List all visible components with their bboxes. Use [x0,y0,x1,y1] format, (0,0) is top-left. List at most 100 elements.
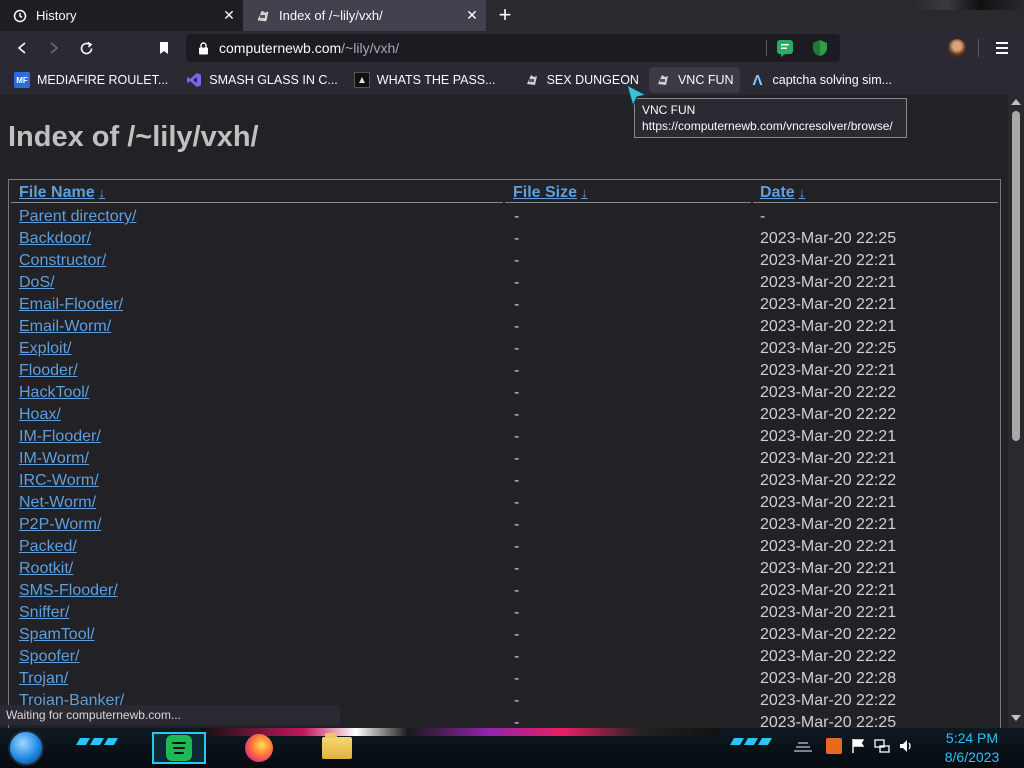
scroll-down-icon[interactable] [1011,715,1021,721]
flag-icon[interactable] [850,738,866,754]
bookmark-smash-glass[interactable]: SMASH GLASS IN C... [180,67,344,93]
url-separator [766,40,767,56]
network-icon[interactable] [874,738,890,754]
file-size-cell: - [514,208,520,225]
directory-link[interactable]: Email-Flooder/ [19,296,123,314]
column-label: File Name [19,184,95,201]
date-cell: 2023-Mar-20 22:22 [760,384,897,401]
date-cell: 2023-Mar-20 22:22 [760,648,897,665]
column-header-file-size[interactable]: File Size ↓ [513,184,588,202]
date-cell: 2023-Mar-20 22:21 [760,428,897,445]
directory-link[interactable]: Packed/ [19,538,77,556]
history-icon [12,8,28,24]
scroll-up-icon[interactable] [1011,99,1021,105]
shield-icon[interactable] [812,39,828,57]
file-size-cell: - [514,604,520,621]
bookmark-tooltip: VNC FUN https://computernewb.com/vncreso… [634,98,907,138]
date-cell: 2023-Mar-20 22:21 [760,604,897,621]
directory-link[interactable]: IM-Flooder/ [19,428,101,446]
directory-link[interactable]: P2P-Worm/ [19,516,101,534]
office-icon[interactable] [826,738,842,754]
table-row: SpamTool/ - 2023-Mar-20 22:22 [9,624,1002,646]
mouse-cursor-icon [626,84,648,108]
directory-link[interactable]: IM-Worm/ [19,450,89,468]
directory-link[interactable]: Parent directory/ [19,208,136,226]
reload-button[interactable] [70,32,102,64]
date-cell: 2023-Mar-20 22:21 [760,252,897,269]
bookmark-mediafire-roulette[interactable]: MF MEDIAFIRE ROULET... [8,67,174,93]
close-icon[interactable]: ✕ [464,7,480,23]
menu-icon[interactable] [992,37,1012,59]
bookmark-page-button[interactable] [148,32,180,64]
table-row: Hoax/ - 2023-Mar-20 22:22 [9,404,1002,426]
tray-overflow-icon[interactable] [792,739,814,753]
date-cell: 2023-Mar-20 22:22 [760,406,897,423]
file-size-cell: - [514,582,520,599]
directory-link[interactable]: Email-Worm/ [19,318,111,336]
start-button[interactable] [8,730,44,766]
table-row: IRC-Worm/ - 2023-Mar-20 22:22 [9,470,1002,492]
taskbar-file-explorer[interactable] [320,732,354,764]
date-cell: 2023-Mar-20 22:21 [760,362,897,379]
close-icon[interactable]: ✕ [221,7,237,23]
bookmark-label: captcha solving sim... [772,73,893,87]
file-size-cell: - [514,274,520,291]
directory-link[interactable]: Net-Worm/ [19,494,96,512]
back-button[interactable] [6,32,38,64]
column-header-file-name[interactable]: File Name ↓ [19,184,105,202]
date-cell: 2023-Mar-20 22:22 [760,692,897,709]
table-row: Email-Worm/ - 2023-Mar-20 22:21 [9,316,1002,338]
url-path: /~lily/vxh/ [341,40,400,56]
column-header-date[interactable]: Date ↓ [760,184,805,202]
new-tab-button[interactable]: + [492,2,518,28]
directory-link[interactable]: Spoofer/ [19,648,79,666]
date-cell: 2023-Mar-20 22:21 [760,318,897,335]
date-cell: 2023-Mar-20 22:25 [760,714,897,728]
directory-link[interactable]: Constructor/ [19,252,106,270]
taskbar-clock[interactable]: 5:24 PM 8/6/2023 [940,729,1004,767]
directory-link[interactable]: Hoax/ [19,406,61,424]
bookmark-vnc-fun[interactable]: VNC FUN [648,67,740,93]
directory-link[interactable]: IRC-Worm/ [19,472,99,490]
toolbar-separator [978,39,979,57]
page-content: Index of /~lily/vxh/ File Name ↓ File Siz… [0,95,1008,728]
table-row: DoS/ - 2023-Mar-20 22:21 [9,272,1002,294]
taskbar-spotify[interactable] [152,732,206,764]
directory-link[interactable]: SMS-Flooder/ [19,582,118,600]
file-size-cell: - [514,560,520,577]
forward-button[interactable] [38,32,70,64]
directory-link[interactable]: Flooder/ [19,362,78,380]
url-bar[interactable]: computernewb.com/~lily/vxh/ [186,34,840,62]
directory-link[interactable]: Sniffer/ [19,604,69,622]
system-tray [792,738,914,754]
clock-time: 5:24 PM [945,730,999,746]
bookmark-captcha-solving[interactable]: Λ captcha solving sim... [744,67,899,93]
site-icon [524,72,540,88]
file-size-cell: - [514,296,520,313]
directory-link[interactable]: Trojan/ [19,670,68,688]
date-cell: 2023-Mar-20 22:25 [760,230,897,247]
directory-link[interactable]: Exploit/ [19,340,71,358]
avatar[interactable] [948,39,966,57]
tab-index-of[interactable]: Index of /~lily/vxh/ ✕ [243,0,486,31]
directory-link[interactable]: Rootkit/ [19,560,73,578]
taskbar-firefox[interactable] [244,732,274,764]
tab-history[interactable]: History ✕ [0,0,243,31]
date-cell: - [760,208,766,225]
bookmark-whats-the-password[interactable]: WHATS THE PASS... [348,67,502,93]
file-size-cell: - [514,516,520,533]
directory-link[interactable]: HackTool/ [19,384,89,402]
page-title: Index of /~lily/vxh/ [8,121,259,153]
table-row: Net-Worm/ - 2023-Mar-20 22:21 [9,492,1002,514]
page-scrollbar[interactable] [1008,95,1024,728]
file-size-cell: - [514,318,520,335]
table-row: Spoofer/ - 2023-Mar-20 22:22 [9,646,1002,668]
scroll-thumb[interactable] [1012,111,1020,441]
directory-link[interactable]: Backdoor/ [19,230,91,248]
extension-chat-icon[interactable] [776,39,794,57]
directory-link[interactable]: DoS/ [19,274,55,292]
forward-icon [50,42,59,54]
volume-icon[interactable] [898,738,914,754]
taskbar-accent [729,738,773,745]
directory-link[interactable]: SpamTool/ [19,626,95,644]
